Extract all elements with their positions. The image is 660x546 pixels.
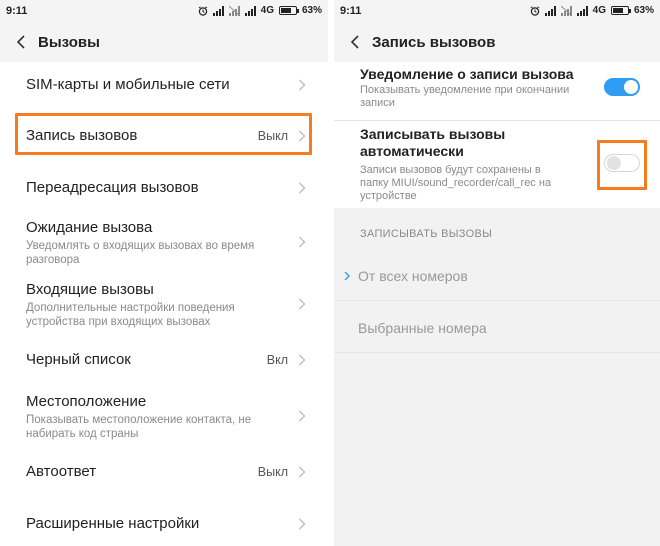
list-item-advanced-settings[interactable]: Расширенные настройки	[0, 502, 328, 546]
item-value: Вкл	[266, 353, 288, 367]
item-subtitle: Показывать местоположение контакта, не н…	[26, 414, 252, 440]
list-item-call-forwarding[interactable]: Переадресация вызовов	[0, 166, 328, 212]
option-selected-numbers[interactable]: Выбранные номера	[334, 304, 660, 352]
notification-toggle[interactable]	[604, 78, 640, 96]
battery-percent: 63%	[301, 5, 322, 16]
chevron-right-icon	[299, 182, 306, 194]
item-title: Местоположение	[26, 393, 147, 410]
status-bar: 9:11 4G 63%	[0, 0, 328, 24]
list-item-location[interactable]: Местоположение Показывать местоположение…	[0, 386, 328, 448]
signal-icon-3	[576, 5, 588, 16]
signal-icon-2	[560, 5, 572, 16]
list-item-blacklist[interactable]: Черный список Вкл	[0, 338, 328, 382]
list-item-call-recording[interactable]: Запись вызовов Выкл	[0, 114, 328, 160]
item-title: Запись вызовов	[26, 127, 138, 144]
chevron-right-icon	[299, 298, 306, 310]
item-subtitle: Уведомлять о входящих вызовах во время р…	[26, 240, 255, 266]
battery-percent: 63%	[633, 5, 654, 16]
battery-icon	[278, 6, 299, 15]
item-title: Ожидание вызова	[26, 219, 153, 236]
selected-chevron-icon	[344, 271, 350, 281]
network-type: 4G	[592, 5, 606, 16]
status-time: 9:11	[6, 5, 28, 17]
battery-icon	[610, 6, 631, 15]
page-title: Вызовы	[38, 34, 100, 51]
network-type: 4G	[260, 5, 274, 16]
setting-title: Записывать вызовы автоматически	[360, 126, 506, 159]
divider	[334, 120, 660, 121]
auto-record-toggle[interactable]	[604, 154, 640, 172]
status-icons: 4G 63%	[198, 5, 322, 16]
back-arrow-icon[interactable]	[12, 32, 32, 52]
list-item-incoming-calls[interactable]: Входящие вызовы Дополнительные настройки…	[0, 274, 328, 334]
settings-list: SIM-карты и мобильные сети Запись вызово…	[0, 62, 328, 546]
back-arrow-icon[interactable]	[346, 32, 366, 52]
status-time: 9:11	[340, 5, 362, 17]
chevron-right-icon	[299, 236, 306, 248]
option-all-numbers[interactable]: От всех номеров	[334, 252, 660, 300]
signal-icon-2	[228, 5, 240, 16]
signal-icon-3	[244, 5, 256, 16]
setting-auto-record[interactable]: Записывать вызовы автоматически Записи в…	[334, 122, 660, 208]
item-title: Входящие вызовы	[26, 281, 154, 298]
section-header: ЗАПИСЫВАТЬ ВЫЗОВЫ	[360, 228, 493, 240]
alarm-icon	[530, 5, 539, 16]
setting-title: Уведомление о записи вызова	[360, 66, 574, 82]
alarm-icon	[198, 5, 207, 16]
signal-icon	[212, 5, 224, 16]
chevron-right-icon	[299, 354, 306, 366]
item-title: Переадресация вызовов	[26, 179, 199, 196]
divider	[334, 300, 660, 301]
chevron-right-icon	[299, 79, 306, 91]
signal-icon	[544, 5, 556, 16]
setting-subtitle: Записи вызовов будут сохранены в папку M…	[360, 164, 552, 202]
option-label: Выбранные номера	[358, 320, 487, 336]
status-bar: 9:11 4G 63%	[334, 0, 660, 24]
divider	[334, 352, 660, 353]
item-value: Выкл	[257, 465, 288, 479]
chevron-right-icon	[299, 466, 306, 478]
item-title: SIM-карты и мобильные сети	[26, 76, 230, 93]
page-title: Запись вызовов	[372, 34, 496, 51]
call-recording-screen: 9:11 4G 63% Запись вызовов Уведомление о…	[334, 0, 660, 546]
option-label: От всех номеров	[358, 268, 468, 284]
list-item-auto-answer[interactable]: Автоответ Выкл	[0, 450, 328, 494]
setting-recording-notification[interactable]: Уведомление о записи вызова Показывать у…	[334, 62, 660, 118]
status-icons: 4G 63%	[530, 5, 654, 16]
chevron-right-icon	[299, 130, 306, 142]
setting-subtitle: Показывать уведомление при окончании зап…	[360, 84, 570, 109]
item-subtitle: Дополнительные настройки поведения устро…	[26, 302, 235, 328]
app-bar: Вызовы	[0, 24, 328, 62]
chevron-right-icon	[299, 410, 306, 422]
item-value: Выкл	[257, 129, 288, 143]
item-title: Расширенные настройки	[26, 515, 200, 532]
list-item-call-waiting[interactable]: Ожидание вызова Уведомлять о входящих вы…	[0, 212, 328, 270]
calls-settings-screen: 9:11 4G 63% Вызовы SIM-карты и мобильные…	[0, 0, 328, 546]
item-title: Черный список	[26, 351, 131, 368]
chevron-right-icon	[299, 518, 306, 530]
recording-settings-list: Уведомление о записи вызова Показывать у…	[334, 62, 660, 208]
list-item-sim-cards[interactable]: SIM-карты и мобильные сети	[0, 62, 328, 110]
item-title: Автоответ	[26, 463, 97, 480]
app-bar: Запись вызовов	[334, 24, 660, 62]
